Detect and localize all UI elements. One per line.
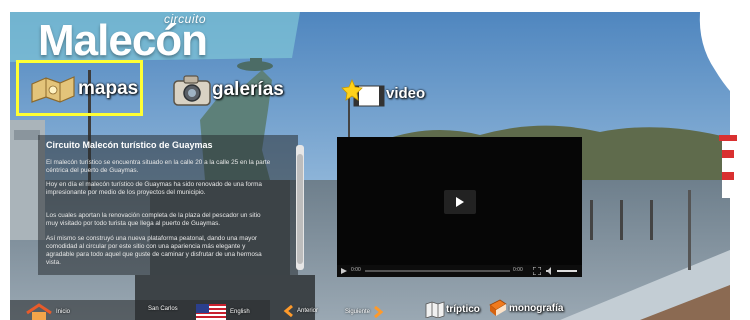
- us-flag-icon: [196, 304, 226, 320]
- nav-galerias-button[interactable]: galerías: [172, 73, 284, 107]
- fullscreen-icon[interactable]: [533, 267, 541, 275]
- book-icon: [489, 299, 507, 316]
- monografia-button[interactable]: monografía: [488, 299, 563, 317]
- control-play-icon[interactable]: [341, 268, 347, 274]
- video-seek-bar[interactable]: [365, 270, 510, 272]
- triptico-label: tríptico: [446, 303, 480, 315]
- nav-video-button[interactable]: video: [340, 78, 425, 108]
- inicio-button[interactable]: Inicio: [24, 303, 70, 320]
- play-button[interactable]: [444, 190, 476, 214]
- nav-galerias-label: galerías: [212, 79, 284, 100]
- triptico-button[interactable]: tríptico: [425, 300, 480, 318]
- description-panel: Circuito Malecón turístico de Guaymas El…: [38, 135, 298, 275]
- monografia-label: monografía: [509, 302, 564, 314]
- san-carlos-label: San Carlos: [148, 306, 178, 312]
- play-icon: [456, 197, 464, 207]
- circuito-malecon-page: circuito Malecón mapas galerías video Ci…: [0, 0, 750, 320]
- arrow-right-icon: [374, 306, 384, 318]
- english-button[interactable]: English: [196, 304, 250, 320]
- scrollbar-thumb[interactable]: [297, 154, 303, 264]
- logo-malecon-text: Malecón: [38, 16, 208, 65]
- video-clapper-icon: [341, 78, 385, 107]
- brochure-icon: [425, 301, 445, 318]
- arrow-left-icon: [283, 305, 293, 317]
- san-carlos-button[interactable]: San Carlos: [148, 306, 178, 312]
- panel-scrollbar[interactable]: [296, 145, 304, 270]
- volume-slider[interactable]: [557, 270, 577, 272]
- home-icon: [26, 303, 52, 320]
- panel-paragraph-2: Hoy en día el malecón turístico de Guaym…: [46, 181, 262, 196]
- volume-icon[interactable]: [546, 267, 554, 275]
- anterior-label: Anterior: [297, 308, 319, 314]
- anterior-button[interactable]: Anterior: [283, 305, 318, 317]
- panel-title: Circuito Malecón turístico de Guaymas: [46, 140, 213, 150]
- panel-paragraph-3: Los cuales aportan la renovación complet…: [46, 212, 261, 227]
- english-label: English: [230, 309, 250, 315]
- video-controls: 0:00 0:00: [337, 265, 582, 277]
- panel-paragraph-4: Así mismo se construyó una nueva platafo…: [46, 235, 262, 266]
- siguiente-button[interactable]: Siguiente: [345, 306, 384, 318]
- inicio-label: Inicio: [56, 308, 71, 315]
- siguiente-label: Siguiente: [345, 309, 371, 315]
- video-player[interactable]: 0:00 0:00: [337, 137, 582, 277]
- camera-icon: [173, 75, 211, 106]
- video-current-time: 0:00: [351, 267, 361, 273]
- nav-video-label: video: [386, 84, 426, 102]
- video-total-time: 0:00: [513, 267, 523, 273]
- selection-highlight: [16, 60, 143, 116]
- panel-paragraph-1: El malecón turístico se encuentra situad…: [46, 159, 271, 174]
